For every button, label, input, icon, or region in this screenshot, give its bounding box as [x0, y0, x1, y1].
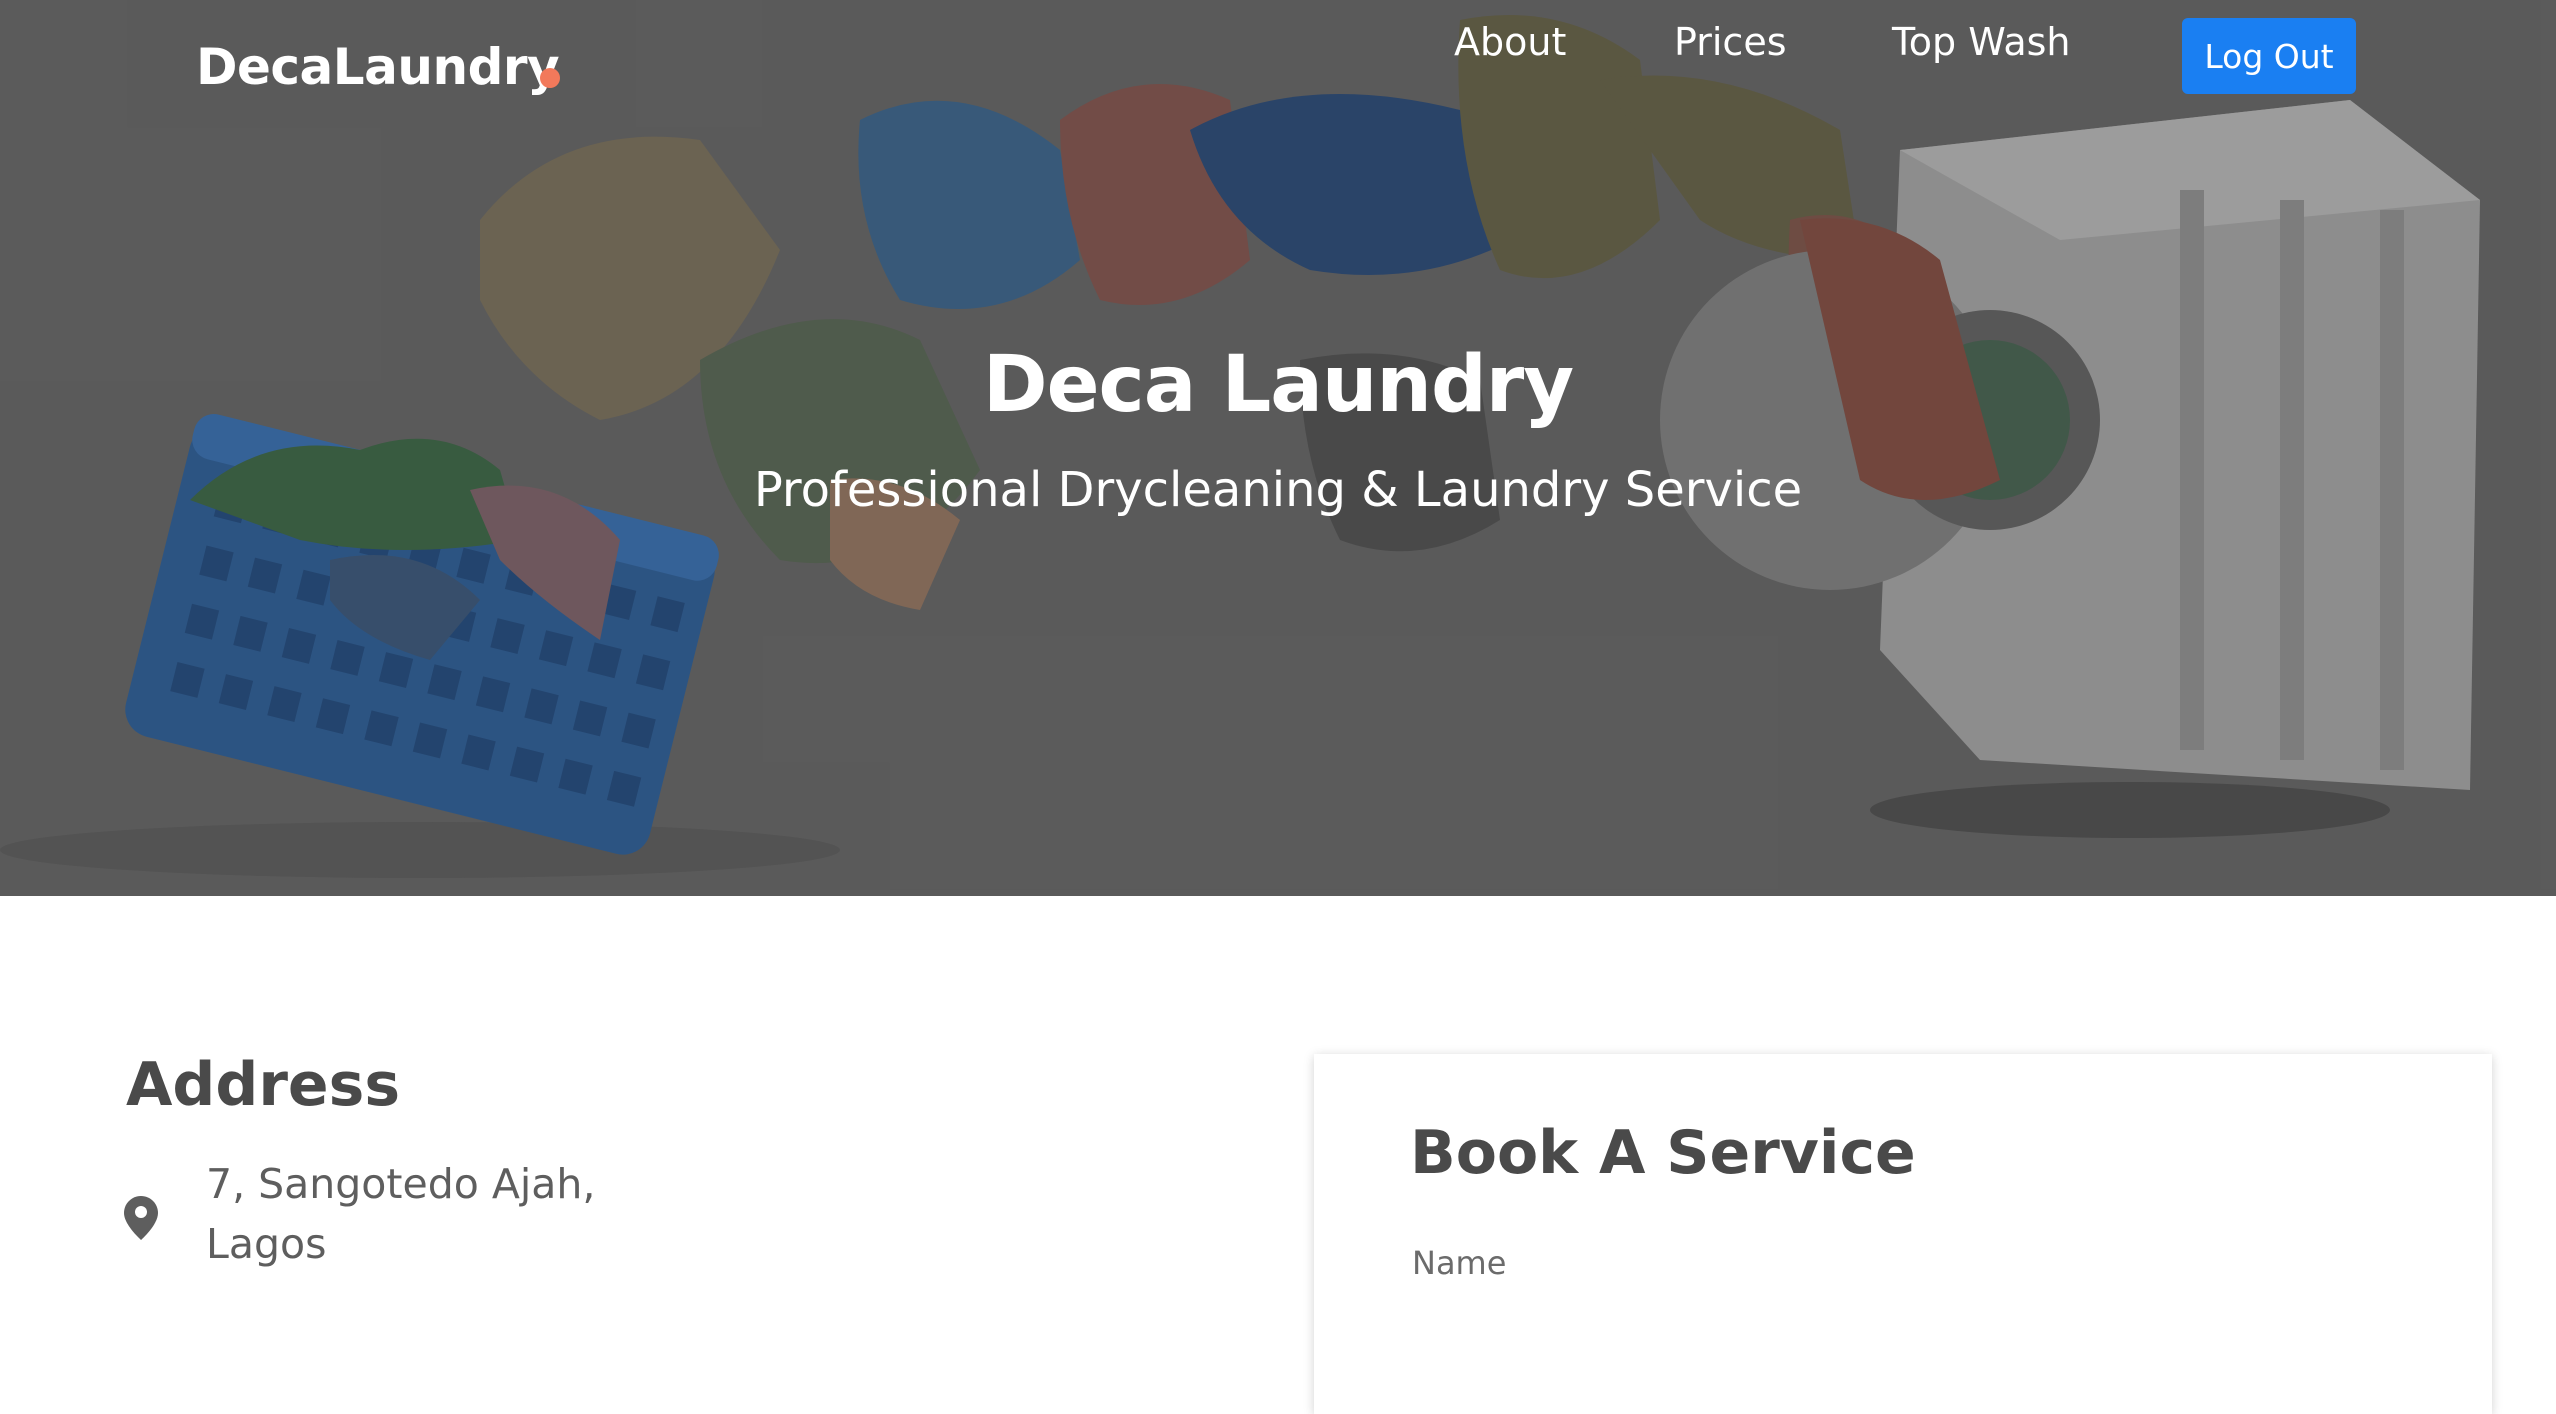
hero-overlay	[0, 0, 2556, 896]
address-heading: Address	[126, 1050, 401, 1120]
hero-title: Deca Laundry	[982, 340, 1574, 430]
nav-link-prices[interactable]: Prices	[1674, 20, 1787, 64]
book-service-title: Book A Service	[1410, 1118, 1916, 1188]
address-line-2: Lagos	[206, 1220, 327, 1268]
logout-button[interactable]: Log Out	[2182, 18, 2356, 94]
map-pin-icon	[124, 1196, 158, 1240]
hero-subtitle: Professional Drycleaning & Laundry Servi…	[753, 462, 1803, 518]
name-field-label: Name	[1412, 1244, 1507, 1282]
book-service-card: Book A Service Name	[1314, 1054, 2492, 1414]
brand-dot-icon	[540, 68, 560, 88]
nav-link-top-wash[interactable]: Top Wash	[1892, 20, 2071, 64]
hero-banner: DecaLaundry About Prices Top Wash Log Ou…	[0, 0, 2556, 896]
brand-logo[interactable]: DecaLaundry	[196, 38, 560, 96]
nav-link-about[interactable]: About	[1454, 20, 1566, 64]
address-line-1: 7, Sangotedo Ajah,	[206, 1160, 596, 1208]
